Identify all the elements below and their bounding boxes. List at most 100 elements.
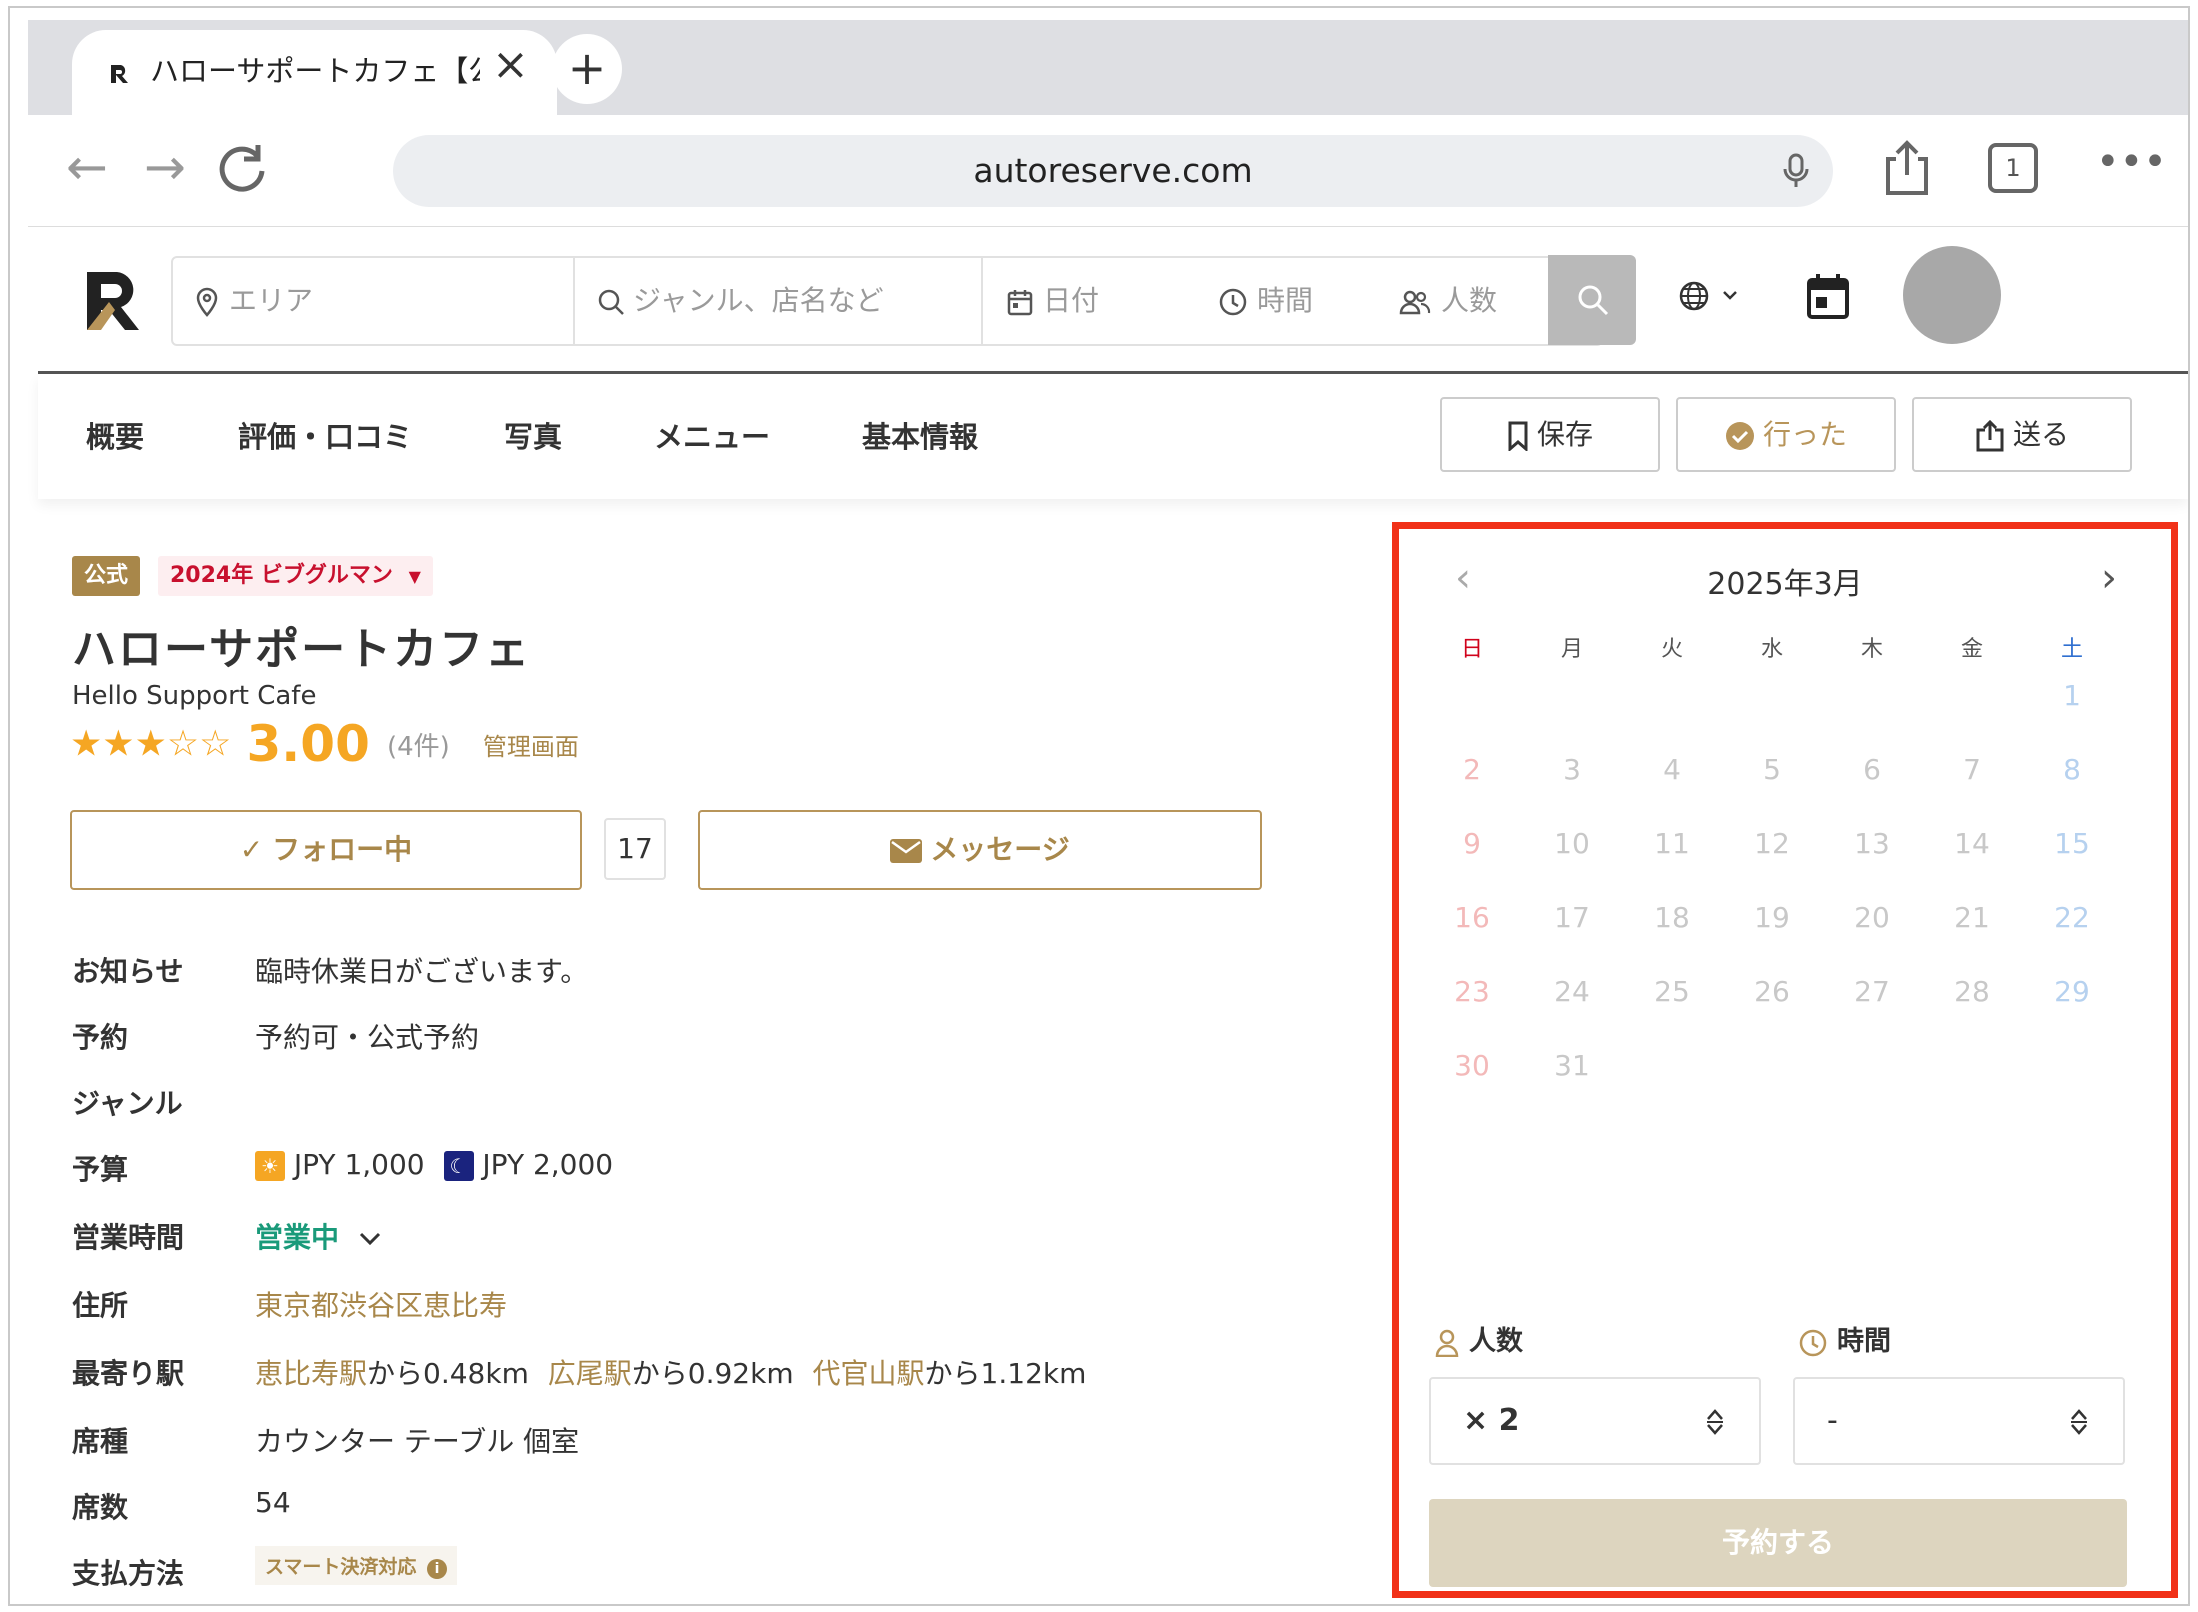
- calendar-day: 4: [1663, 753, 1681, 786]
- station-link[interactable]: 恵比寿駅: [255, 1357, 367, 1390]
- time-label: 時間: [1257, 284, 1314, 317]
- calendar-day: 22: [2054, 901, 2090, 934]
- url-text: autoreserve.com: [973, 151, 1253, 190]
- people-select[interactable]: × 2: [1429, 1377, 1761, 1465]
- info-icon: i: [427, 1559, 448, 1579]
- message-button[interactable]: メッセージ: [698, 810, 1262, 890]
- time-select[interactable]: -: [1793, 1377, 2125, 1465]
- calendar-icon[interactable]: [1806, 272, 1850, 320]
- calendar-day: 20: [1854, 901, 1890, 934]
- weekday-label: 火: [1660, 637, 1683, 662]
- tab-overview[interactable]: 概要: [86, 414, 144, 456]
- genre-field[interactable]: ジャンル、店名など: [597, 258, 977, 344]
- check-circle-icon: [1725, 422, 1754, 450]
- reload-icon[interactable]: [212, 137, 274, 199]
- calendar-day: 17: [1554, 901, 1590, 934]
- tabs-count-icon[interactable]: 1: [1988, 143, 2038, 193]
- star-rating: ★★★☆☆: [70, 724, 231, 765]
- person-icon: [1435, 1329, 1459, 1357]
- calendar-day: 2: [1463, 753, 1481, 786]
- avatar[interactable]: [1903, 246, 2001, 344]
- star-empty-icon: ☆: [199, 723, 232, 765]
- chevron-down-icon: [359, 1232, 380, 1246]
- next-month-icon[interactable]: ›: [2101, 555, 2117, 601]
- follow-button[interactable]: ✓ フォロー中: [70, 810, 582, 890]
- review-count[interactable]: (4件): [387, 732, 450, 762]
- reserve-label: 予約: [72, 1021, 129, 1054]
- seat-type-value: カウンター テーブル 個室: [255, 1425, 580, 1458]
- calendar-day: 13: [1854, 827, 1890, 860]
- address-link[interactable]: 東京都渋谷区恵比寿: [255, 1284, 507, 1324]
- calendar-day: 27: [1854, 975, 1890, 1008]
- back-icon[interactable]: ←: [56, 137, 118, 199]
- seat-count-value: 54: [255, 1486, 291, 1519]
- autoreserve-logo[interactable]: [83, 268, 149, 334]
- hours-label: 営業時間: [72, 1221, 185, 1254]
- station-distance: から0.92km: [631, 1357, 794, 1390]
- official-badge: 公式: [72, 556, 141, 596]
- award-badge[interactable]: 2024年 ビブグルマン ▼: [158, 556, 433, 596]
- station-link[interactable]: 広尾駅: [548, 1357, 632, 1390]
- area-placeholder: エリア: [229, 284, 314, 317]
- divider: [573, 258, 575, 344]
- search-button[interactable]: [1548, 255, 1636, 345]
- star-empty-icon: ☆: [166, 723, 200, 765]
- address-bar[interactable]: autoreserve.com: [393, 135, 1833, 207]
- calendar-day: 12: [1754, 827, 1790, 860]
- close-tab-icon[interactable]: ×: [492, 40, 529, 90]
- browser-window: ハローサポートカフェ【公式 × + ← → autoreserve.com 1 …: [8, 6, 2190, 1606]
- station-link[interactable]: 代官山駅: [813, 1357, 925, 1390]
- reserve-button[interactable]: 予約する: [1429, 1499, 2127, 1587]
- weekday-label: 金: [1960, 637, 1983, 662]
- time-field-label: 時間: [1799, 1319, 1891, 1358]
- dinner-moon-icon: ☾: [443, 1151, 474, 1181]
- time-field[interactable]: 時間: [1219, 258, 1379, 344]
- admin-link[interactable]: 管理画面: [483, 733, 579, 761]
- station-label: 最寄り駅: [72, 1357, 185, 1390]
- notice-value: 臨時休業日がございます。: [255, 955, 589, 988]
- language-globe-icon[interactable]: [1678, 280, 1742, 316]
- visited-label: 行った: [1762, 418, 1847, 451]
- lunch-sun-icon: ☀: [255, 1151, 285, 1181]
- hours-toggle[interactable]: 営業中: [255, 1216, 381, 1256]
- divider: [981, 258, 983, 344]
- forward-icon[interactable]: →: [134, 137, 196, 199]
- calendar-day: 18: [1654, 901, 1690, 934]
- follow-label: フォロー中: [272, 833, 413, 866]
- calendar-day: 9: [1463, 827, 1481, 860]
- more-icon[interactable]: •••: [2096, 137, 2167, 199]
- new-tab-icon[interactable]: +: [552, 34, 622, 104]
- time-value: -: [1827, 1403, 1838, 1438]
- browser-tab[interactable]: ハローサポートカフェ【公式 ×: [72, 30, 557, 125]
- search-bar: エリア ジャンル、店名など 日付 時間 人数: [171, 256, 1603, 346]
- tab-menu[interactable]: メニュー: [654, 414, 770, 456]
- follower-count: 17: [604, 818, 666, 880]
- visited-button[interactable]: 行った: [1676, 397, 1896, 472]
- share-icon[interactable]: [1876, 137, 1938, 199]
- calendar-day: 24: [1554, 975, 1590, 1008]
- budget-lunch: JPY 1,000: [293, 1148, 425, 1181]
- site-header: エリア ジャンル、店名など 日付 時間 人数: [28, 228, 2188, 374]
- search-icon: [1578, 285, 1609, 316]
- calendar-day: 28: [1954, 975, 1990, 1008]
- microphone-icon[interactable]: [1781, 153, 1811, 189]
- browser-toolbar: ← → autoreserve.com 1 •••: [28, 115, 2188, 227]
- calendar-day: 21: [1954, 901, 1990, 934]
- weekday-label: 土: [2060, 637, 2083, 662]
- address-label: 住所: [72, 1289, 129, 1322]
- tab-reviews[interactable]: 評価・口コミ: [238, 414, 412, 456]
- weekday-label: 月: [1560, 637, 1583, 662]
- calendar-day: 29: [2054, 975, 2090, 1008]
- tab-basic-info[interactable]: 基本情報: [862, 414, 978, 456]
- seat-type-label: 席種: [72, 1425, 129, 1458]
- tab-photos[interactable]: 写真: [504, 414, 562, 456]
- send-button[interactable]: 送る: [1912, 397, 2132, 472]
- calendar-day: 8: [2063, 753, 2081, 786]
- payment-badge[interactable]: スマート決済対応 i: [255, 1546, 458, 1585]
- save-button[interactable]: 保存: [1440, 397, 1660, 472]
- clock-icon: [1219, 288, 1247, 316]
- notice-label: お知らせ: [72, 955, 184, 988]
- area-field[interactable]: エリア: [195, 258, 575, 344]
- date-field[interactable]: 日付: [1007, 258, 1167, 344]
- station-distance: から0.48km: [367, 1357, 529, 1390]
